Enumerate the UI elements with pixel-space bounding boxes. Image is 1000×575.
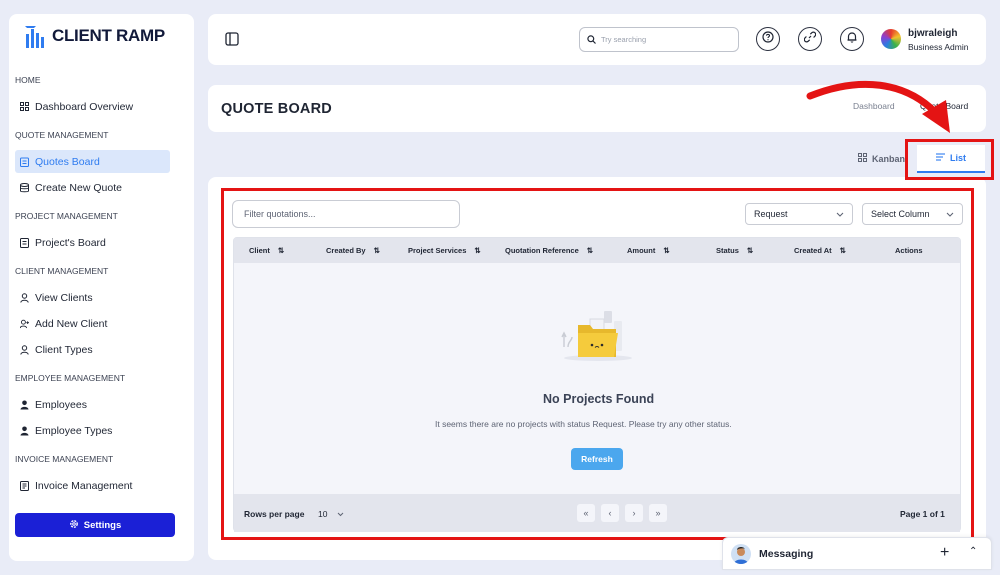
link-icon (803, 30, 817, 48)
sidebar-item-label: Employee Types (35, 424, 113, 437)
bell-icon (846, 30, 858, 48)
nav-section-client-management: CLIENT MANAGEMENT (15, 266, 109, 276)
user-plus-icon (20, 319, 29, 328)
sidebar-item-client-types[interactable]: Client Types (15, 338, 170, 361)
sidebar-item-label: View Clients (35, 291, 93, 304)
messaging-label: Messaging (759, 547, 814, 560)
chevron-up-icon[interactable]: ⌃ (969, 546, 977, 557)
user-name: bjwraleigh (908, 28, 958, 39)
user-role: Business Admin (908, 42, 969, 52)
sidebar-item-label: Create New Quote (35, 181, 122, 194)
annotation-box-table (221, 188, 974, 540)
search-input[interactable]: Try searching (579, 27, 739, 52)
sidebar-item-employees[interactable]: Employees (15, 393, 170, 416)
settings-label: Settings (83, 519, 122, 531)
messaging-avatar (731, 543, 751, 564)
sidebar-item-dashboard-overview[interactable]: Dashboard Overview (15, 95, 170, 118)
nav-section-employee-management: EMPLOYEE MANAGEMENT (15, 373, 126, 383)
logo-icon (25, 26, 44, 48)
sidebar-item-view-clients[interactable]: View Clients (15, 286, 170, 309)
sidebar-item-label: Client Types (35, 343, 93, 356)
sidebar-item-label: Quotes Board (35, 155, 100, 168)
sidebar-item-quotes-board[interactable]: Quotes Board (15, 150, 170, 173)
sidebar-item-invoice-management[interactable]: Invoice Management (15, 474, 170, 497)
person-icon (20, 400, 29, 409)
sidebar-item-label: Add New Client (35, 317, 108, 330)
logo[interactable]: CLIENT RAMP (24, 24, 165, 48)
invoice-icon (20, 480, 29, 491)
search-placeholder: Try searching (601, 35, 647, 44)
help-button[interactable] (756, 27, 780, 51)
page-title: QUOTE BOARD (221, 101, 332, 117)
database-icon (20, 182, 29, 192)
board-icon (20, 237, 29, 248)
nav-section-invoice-management: INVOICE MANAGEMENT (15, 454, 114, 464)
gear-icon (69, 519, 79, 532)
settings-button[interactable]: Settings (15, 513, 175, 537)
sidebar-item-create-new-quote[interactable]: Create New Quote (15, 176, 170, 199)
sidebar-toggle-icon[interactable] (225, 32, 239, 46)
messaging-widget[interactable]: Messaging + ⌃ (722, 537, 992, 570)
kanban-icon (858, 153, 867, 164)
sidebar-item-employee-types[interactable]: Employee Types (15, 419, 170, 442)
nav-section-project-management: PROJECT MANAGEMENT (15, 211, 118, 221)
sidebar-item-projects-board[interactable]: Project's Board (15, 231, 170, 254)
sidebar-item-label: Dashboard Overview (35, 100, 134, 113)
question-icon (762, 30, 774, 48)
nav-section-quote-management: QUOTE MANAGEMENT (15, 130, 109, 140)
sidebar-item-label: Employees (35, 398, 87, 411)
user-icon (20, 292, 29, 303)
clipboard-icon (20, 157, 29, 167)
annotation-arrow-icon (806, 80, 950, 133)
top-header: Try searching bjwraleigh Business Admin (208, 14, 986, 65)
grid-icon (20, 102, 29, 111)
notifications-button[interactable] (840, 27, 864, 51)
kanban-label: Kanban (872, 153, 906, 164)
person-icon (20, 426, 29, 435)
user-avatar[interactable] (881, 29, 901, 49)
sidebar-item-label: Project's Board (35, 236, 106, 249)
search-icon (587, 35, 596, 44)
link-button[interactable] (798, 27, 822, 51)
plus-icon[interactable]: + (940, 544, 949, 562)
nav-section-home: HOME (15, 75, 41, 85)
sidebar-item-label: Invoice Management (35, 479, 133, 492)
user-icon (20, 344, 29, 355)
sidebar-item-add-new-client[interactable]: Add New Client (15, 312, 170, 335)
kanban-view-toggle[interactable]: Kanban (858, 153, 905, 164)
logo-text: CLIENT RAMP (52, 26, 165, 45)
